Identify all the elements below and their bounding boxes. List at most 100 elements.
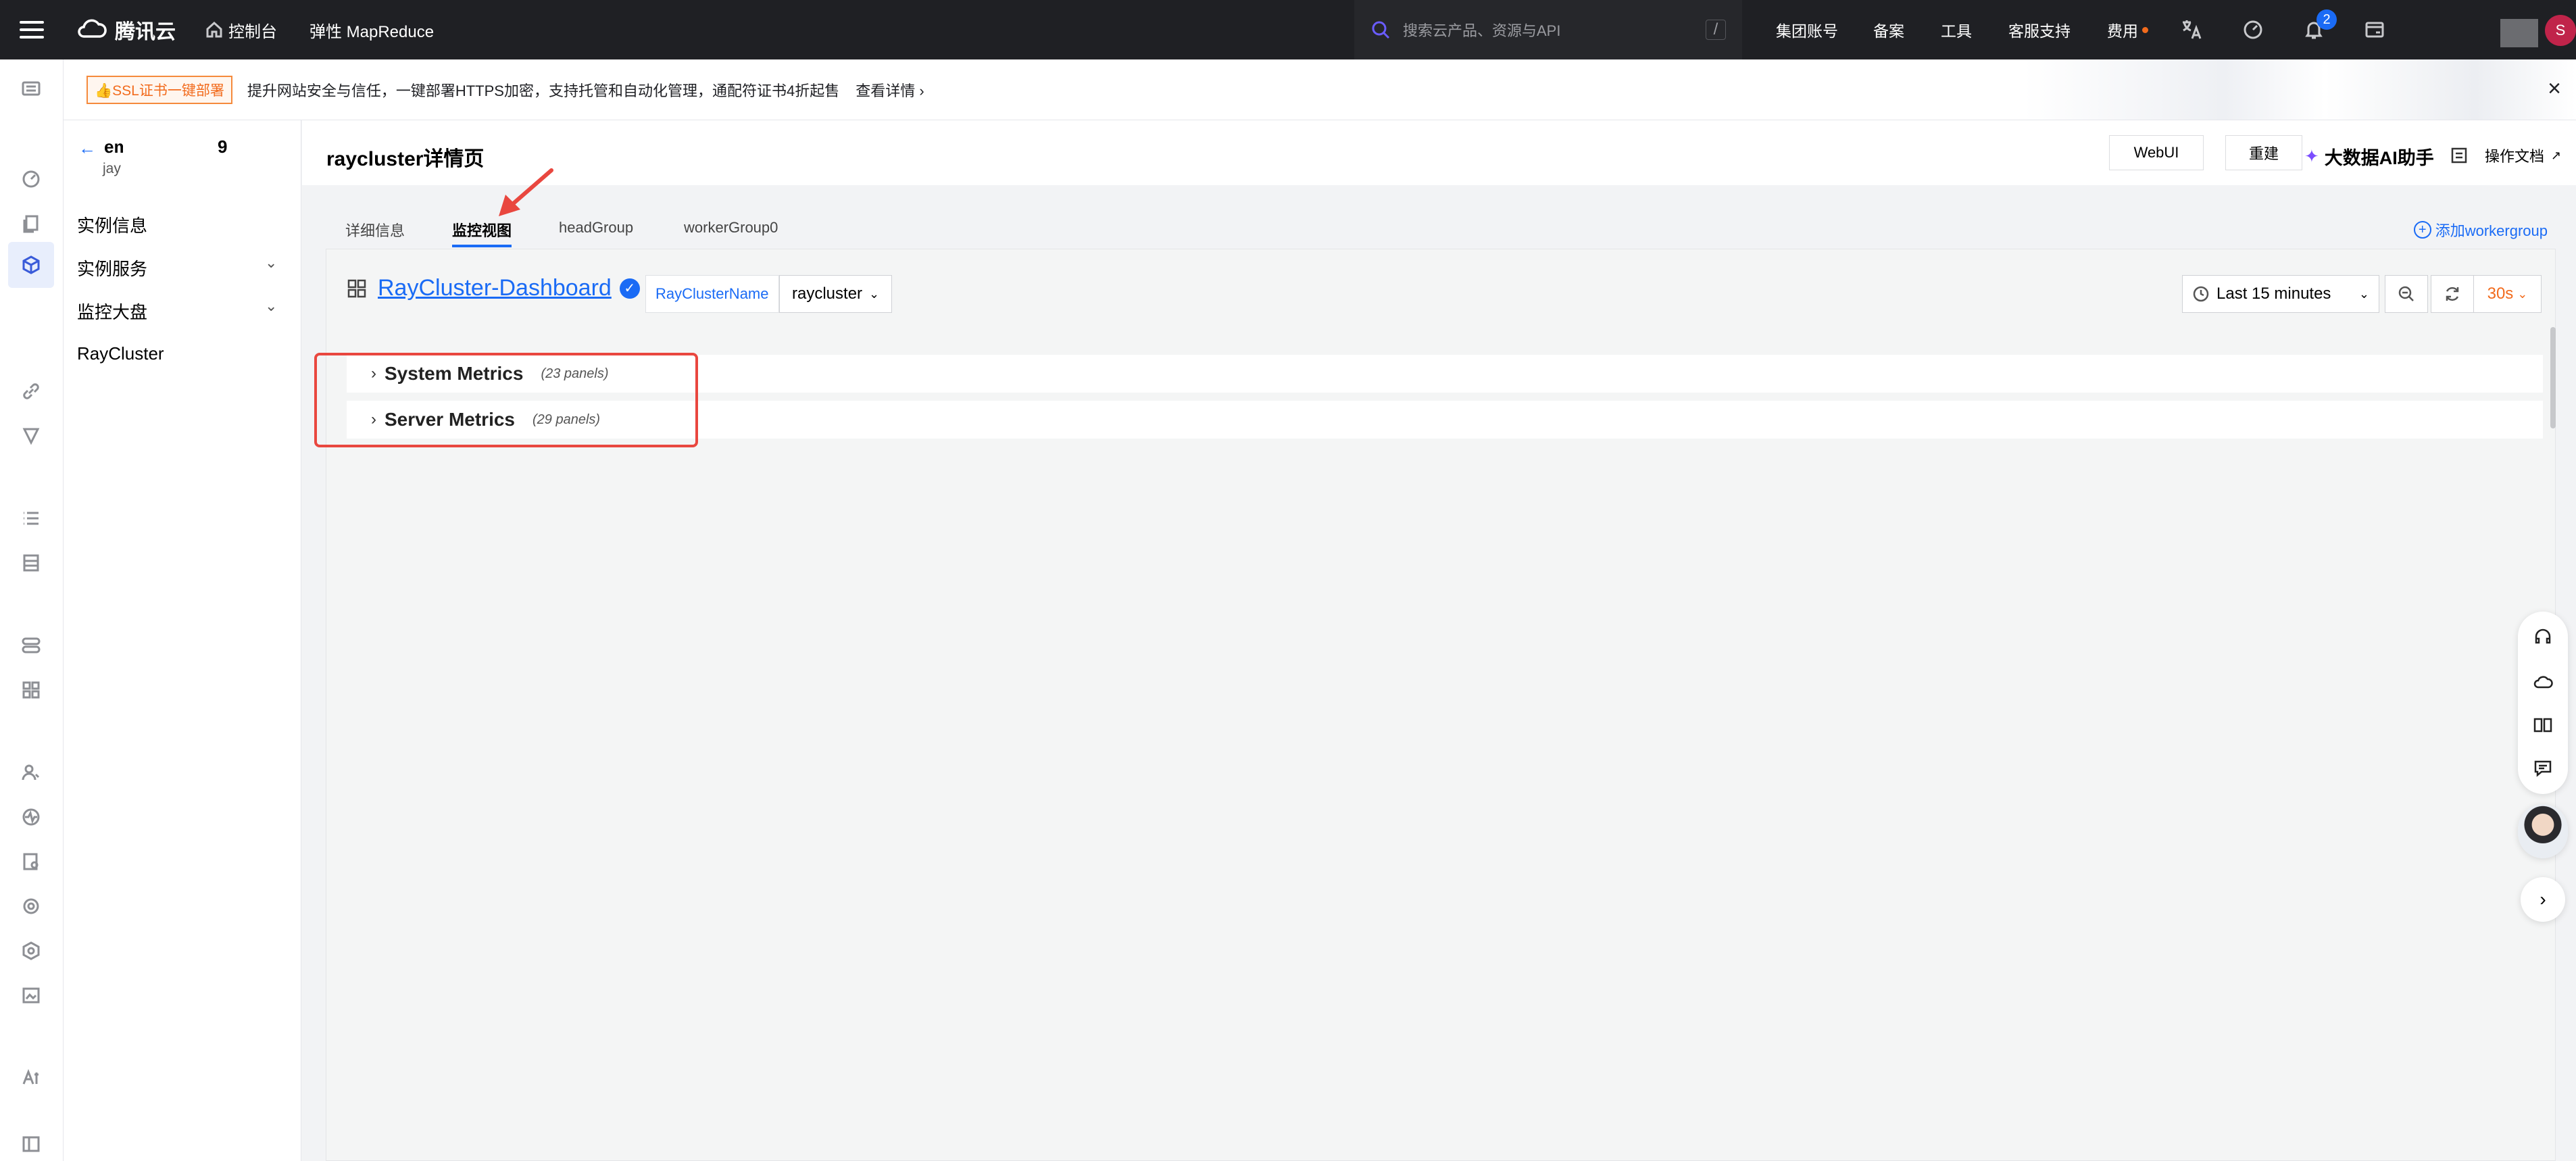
tab-headgroup[interactable]: headGroup bbox=[559, 219, 633, 237]
search-placeholder: 搜索云产品、资源与API bbox=[1403, 22, 1561, 39]
top-link-icp[interactable]: 备案 bbox=[1873, 0, 1904, 59]
sidebar-item-raycluster[interactable]: RayCluster bbox=[77, 343, 164, 364]
chevron-down-icon[interactable]: ⌄ bbox=[265, 254, 277, 272]
monitor-icon[interactable] bbox=[18, 804, 44, 830]
notification-badge: 2 bbox=[2317, 9, 2337, 30]
floating-toolbar bbox=[2518, 612, 2568, 794]
document-icon[interactable] bbox=[18, 550, 44, 576]
feedback-icon[interactable] bbox=[2532, 758, 2554, 779]
zoom-out-icon bbox=[2398, 286, 2414, 301]
verified-check-icon: ✓ bbox=[619, 278, 640, 299]
top-link-billing[interactable]: 费用 bbox=[2107, 0, 2148, 59]
cart-icon[interactable] bbox=[2364, 0, 2385, 59]
banner-message: 提升网站安全与信任，一键部署HTTPS加密，支持托管和自动化管理，通配符证书4折… bbox=[247, 82, 840, 99]
refresh-button[interactable] bbox=[2431, 275, 2474, 313]
headset-icon[interactable] bbox=[2532, 626, 2554, 648]
sidebar-item-monitoring[interactable]: 监控大盘 bbox=[77, 299, 147, 324]
sidebar-item-instance-info[interactable]: 实例信息 bbox=[77, 212, 147, 237]
banner-more-label: 查看详情 bbox=[856, 82, 916, 99]
external-link-icon: ↗ bbox=[2551, 148, 2562, 162]
cluster-name-suffix: 9 bbox=[218, 137, 228, 157]
docs-label: 操作文档 bbox=[2485, 148, 2545, 165]
page-header: raycluster详情页 WebUI 重建 ✦ 大数据AI助手 操作文档 ↗ bbox=[302, 120, 2576, 185]
rebuild-label: 重建 bbox=[2248, 145, 2279, 162]
top-link-tools-label: 工具 bbox=[1941, 22, 1972, 40]
cloud-icon[interactable] bbox=[2532, 671, 2554, 693]
ai-text-icon[interactable] bbox=[18, 1065, 44, 1091]
zoom-out-button[interactable] bbox=[2385, 275, 2428, 313]
banner-more-link[interactable]: 查看详情 › bbox=[856, 79, 924, 101]
brand-logo[interactable]: 腾讯云 bbox=[76, 15, 176, 45]
highlight-box bbox=[314, 353, 698, 447]
refresh-interval-select[interactable]: 30s ⌄ bbox=[2474, 275, 2542, 313]
variable-select[interactable]: raycluster ⌄ bbox=[779, 275, 893, 313]
product-rail bbox=[0, 59, 64, 1161]
sparkle-icon: ✦ bbox=[2304, 146, 2319, 166]
settings-icon[interactable] bbox=[18, 893, 44, 919]
top-link-tools[interactable]: 工具 bbox=[1941, 0, 1972, 59]
menu-icon[interactable] bbox=[0, 0, 64, 59]
ai-assistant-button[interactable]: ✦ 大数据AI助手 bbox=[2304, 143, 2434, 170]
user-settings-icon[interactable] bbox=[18, 760, 44, 785]
home-icon bbox=[206, 21, 222, 38]
search-icon bbox=[1372, 21, 1390, 39]
flag-icon[interactable] bbox=[18, 423, 44, 449]
product-link[interactable]: 弹性 MapReduce bbox=[309, 18, 434, 42]
shield-icon[interactable] bbox=[18, 938, 44, 964]
ssl-tag[interactable]: 👍SSL证书一键部署 bbox=[86, 75, 232, 104]
cube-icon[interactable] bbox=[8, 242, 54, 288]
collapse-panel-icon[interactable] bbox=[18, 1131, 44, 1157]
scrollbar[interactable] bbox=[2550, 327, 2556, 428]
link-icon[interactable] bbox=[18, 378, 44, 404]
chevron-right-icon[interactable]: › bbox=[2521, 877, 2565, 922]
tab-workergroup0[interactable]: workerGroup0 bbox=[684, 219, 778, 237]
console-label: 控制台 bbox=[228, 22, 277, 41]
docs-button[interactable]: 操作文档 ↗ bbox=[2450, 145, 2561, 166]
time-range-picker[interactable]: Last 15 minutes ⌄ bbox=[2182, 275, 2379, 313]
audit-icon[interactable] bbox=[18, 849, 44, 874]
dashboard-title-bar: RayCluster-Dashboard ✓ bbox=[347, 275, 640, 301]
detail-tabs: 详细信息 监控视图 headGroup workerGroup0 + 添加wor… bbox=[302, 185, 2576, 249]
instance-sidebar: ← em 9 jay 实例信息 实例服务 ⌄ 监控大盘 ⌄ RayCluster bbox=[64, 120, 301, 1161]
ssl-tag-label: SSL证书一键部署 bbox=[112, 82, 224, 99]
toggle-icon[interactable] bbox=[18, 633, 44, 658]
list-icon[interactable] bbox=[18, 505, 44, 531]
grid-icon[interactable] bbox=[18, 677, 44, 703]
top-link-billing-label: 费用 bbox=[2107, 22, 2138, 40]
clock-icon bbox=[2193, 286, 2209, 302]
sidebar-item-instance-services[interactable]: 实例服务 bbox=[77, 255, 147, 280]
webui-label: WebUI bbox=[2133, 144, 2179, 161]
cluster-sub: jay bbox=[103, 161, 121, 176]
speed-icon[interactable] bbox=[2242, 0, 2264, 59]
close-icon[interactable]: × bbox=[2548, 77, 2561, 100]
top-link-support[interactable]: 客服支持 bbox=[2008, 0, 2071, 59]
top-link-group-label: 集团账号 bbox=[1776, 22, 1838, 40]
webui-button[interactable]: WebUI bbox=[2109, 135, 2204, 170]
console-link[interactable]: 控制台 bbox=[205, 18, 277, 42]
chevron-down-icon[interactable]: ⌄ bbox=[265, 297, 277, 315]
dashboard-title-link[interactable]: RayCluster-Dashboard bbox=[378, 275, 612, 301]
top-link-group[interactable]: 集团账号 bbox=[1776, 0, 1838, 59]
user-avatar[interactable]: S bbox=[2545, 15, 2576, 46]
chevron-down-icon: ⌄ bbox=[2358, 287, 2369, 301]
page-title: raycluster详情页 bbox=[326, 148, 485, 170]
image-icon[interactable] bbox=[18, 983, 44, 1008]
language-icon[interactable] bbox=[2180, 0, 2203, 59]
rebuild-button[interactable]: 重建 bbox=[2225, 135, 2302, 170]
bell-icon[interactable] bbox=[2303, 0, 2325, 59]
plus-circle-icon: + bbox=[2413, 221, 2431, 239]
account-area[interactable] bbox=[2500, 19, 2538, 47]
search-shortcut: / bbox=[1706, 20, 1726, 40]
global-search[interactable]: 搜索云产品、资源与API / bbox=[1354, 0, 1742, 59]
copy-icon[interactable] bbox=[18, 211, 44, 237]
dashboard-icon[interactable] bbox=[18, 166, 44, 192]
back-arrow-icon[interactable]: ← bbox=[78, 138, 96, 159]
tab-details[interactable]: 详细信息 bbox=[345, 219, 405, 241]
book-icon[interactable] bbox=[2532, 714, 2554, 736]
promo-banner: 👍SSL证书一键部署 提升网站安全与信任，一键部署HTTPS加密，支持托管和自动… bbox=[64, 59, 2576, 120]
tab-monitoring[interactable]: 监控视图 bbox=[452, 219, 512, 247]
assistant-avatar[interactable] bbox=[2518, 804, 2568, 858]
emr-icon[interactable] bbox=[18, 76, 44, 101]
cloud-logo-icon bbox=[78, 19, 107, 38]
add-workergroup-button[interactable]: + 添加workergroup bbox=[2413, 219, 2548, 241]
